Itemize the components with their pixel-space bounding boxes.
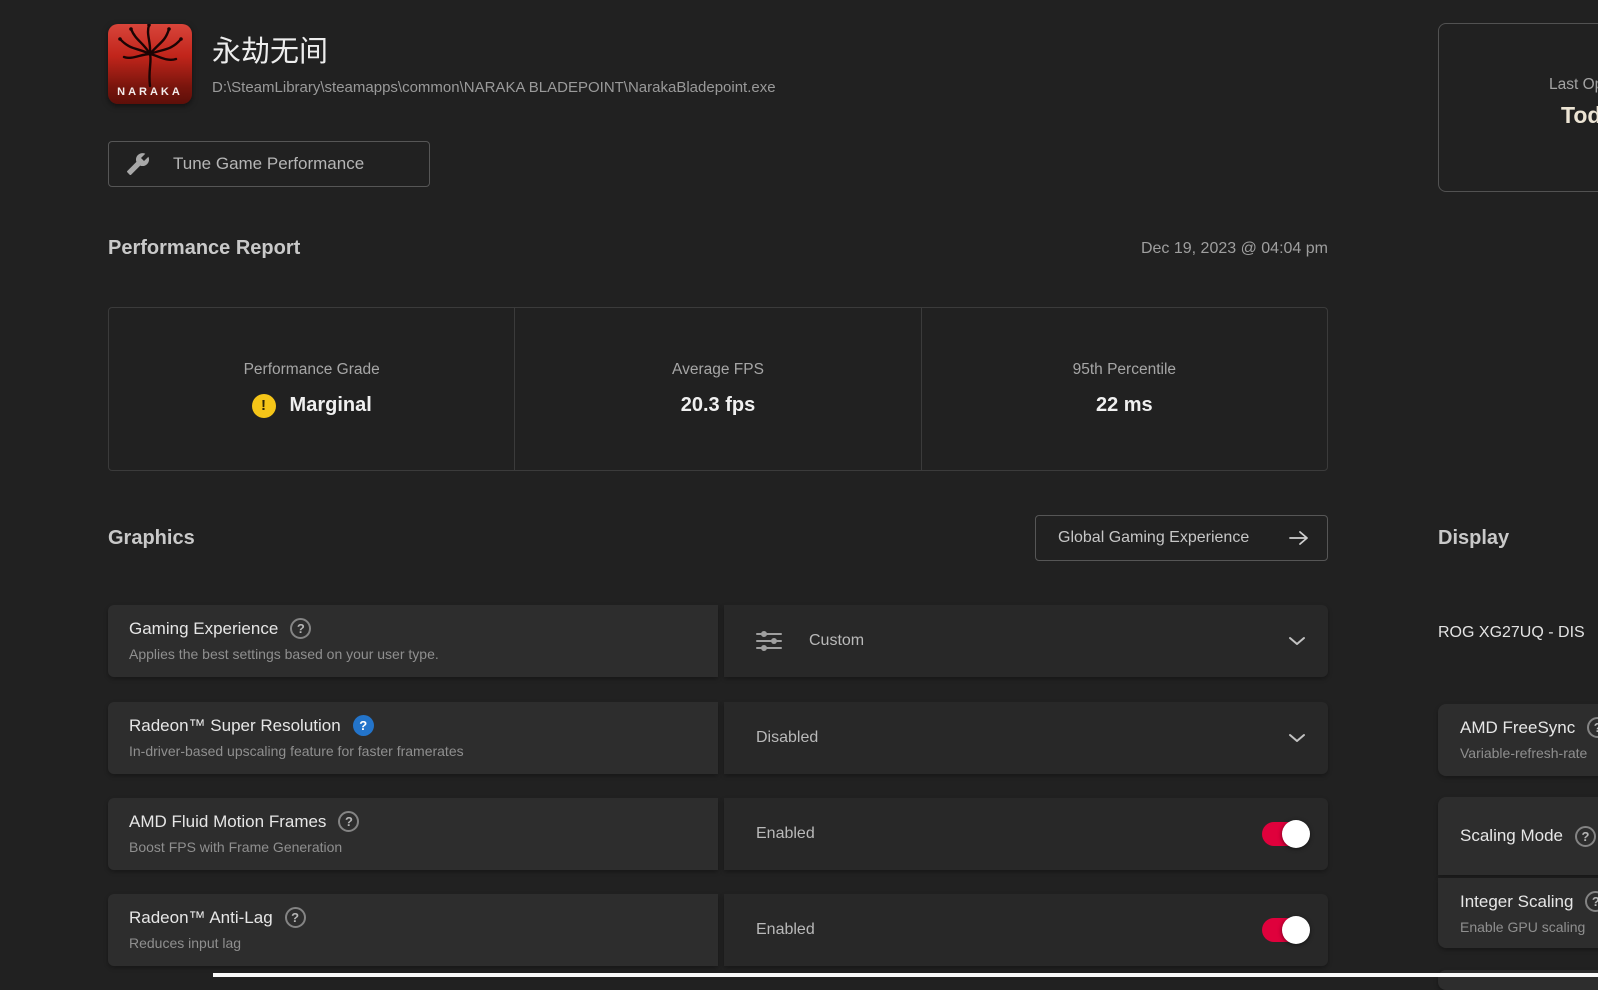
setting-subtitle: In-driver-based upscaling feature for fa… — [129, 743, 718, 759]
setting-title: Radeon™ Super Resolution — [129, 716, 341, 736]
performance-report-heading: Performance Report — [108, 237, 300, 260]
game-title: 永劫无间 — [212, 28, 328, 70]
game-executable-path: D:\SteamLibrary\steamapps\common\NARAKA … — [212, 79, 776, 96]
sliders-icon — [756, 629, 782, 653]
display-heading: Display — [1438, 527, 1509, 550]
help-icon[interactable] — [290, 618, 311, 639]
amd-fluid-motion-frames-label-card: AMD Fluid Motion Frames Boost FPS with F… — [108, 798, 718, 870]
help-icon[interactable] — [285, 907, 306, 928]
metric-value: 22 ms — [1096, 394, 1153, 417]
setting-title: Radeon™ Anti-Lag — [129, 908, 273, 928]
metric-average-fps: Average FPS 20.3 fps — [514, 308, 920, 470]
arrow-right-icon — [1287, 526, 1311, 550]
graphics-heading: Graphics — [108, 527, 195, 550]
background-window-edge — [213, 973, 1598, 977]
radeon-super-resolution-dropdown[interactable]: Disabled — [724, 702, 1328, 774]
metric-label: Performance Grade — [244, 361, 380, 379]
last-opened-card: Last Opened Today — [1438, 23, 1598, 192]
setting-subtitle: Enable GPU scaling — [1460, 919, 1598, 935]
amd-software-game-page: { "header": { "icon_text": "NARAKA", "ti… — [0, 0, 1598, 977]
setting-row-amd-fluid-motion-frames: AMD Fluid Motion Frames Boost FPS with F… — [108, 798, 1328, 870]
chevron-down-icon — [1286, 630, 1308, 652]
metric-performance-grade: Performance Grade Marginal — [109, 308, 514, 470]
help-icon[interactable] — [1575, 826, 1596, 847]
setting-row-gaming-experience: Gaming Experience Applies the best setti… — [108, 605, 1328, 677]
game-cover-art: NARAKA — [108, 24, 192, 104]
setting-subtitle: Applies the best settings based on your … — [129, 646, 718, 662]
last-opened-label: Last Opened — [1549, 76, 1598, 94]
setting-title: AMD Fluid Motion Frames — [129, 812, 326, 832]
setting-subtitle: Variable-refresh-rate — [1460, 745, 1598, 761]
metric-value: Marginal — [290, 394, 372, 417]
radeon-anti-lag-control: Enabled — [724, 894, 1328, 966]
wrench-icon — [126, 152, 150, 176]
amd-fluid-motion-frames-control: Enabled — [724, 798, 1328, 870]
toggle-knob — [1282, 916, 1310, 944]
help-icon[interactable] — [338, 811, 359, 832]
setting-row-integer-scaling[interactable]: Integer Scaling Enable GPU scaling — [1438, 878, 1598, 948]
warning-icon — [252, 394, 276, 418]
setting-subtitle: Reduces input lag — [129, 935, 718, 951]
metric-label: 95th Percentile — [1073, 361, 1176, 379]
setting-title: Integer Scaling — [1460, 892, 1573, 912]
report-timestamp: Dec 19, 2023 @ 04:04 pm — [900, 240, 1328, 258]
gaming-experience-dropdown[interactable]: Custom — [724, 605, 1328, 677]
metric-label: Average FPS — [672, 361, 764, 379]
setting-row-radeon-anti-lag: Radeon™ Anti-Lag Reduces input lag Enabl… — [108, 894, 1328, 966]
metric-value: 20.3 fps — [681, 394, 755, 417]
global-gaming-experience-label: Global Gaming Experience — [1058, 529, 1249, 547]
setting-title: AMD FreeSync — [1460, 718, 1575, 738]
setting-row-amd-freesync[interactable]: AMD FreeSync Variable-refresh-rate — [1438, 704, 1598, 776]
last-opened-value: Today — [1561, 102, 1598, 129]
gaming-experience-label-card: Gaming Experience Applies the best setti… — [108, 605, 718, 677]
tune-game-performance-button[interactable]: Tune Game Performance — [108, 141, 430, 187]
radeon-anti-lag-toggle[interactable] — [1262, 918, 1308, 942]
chevron-down-icon — [1286, 727, 1308, 749]
dropdown-selected-value: Custom — [809, 632, 864, 650]
performance-metrics-panel: Performance Grade Marginal Average FPS 2… — [108, 307, 1328, 471]
setting-row-radeon-super-resolution: Radeon™ Super Resolution In-driver-based… — [108, 702, 1328, 774]
help-icon[interactable] — [1587, 717, 1598, 738]
setting-title: Scaling Mode — [1460, 826, 1563, 846]
setting-row-scaling-mode[interactable]: Scaling Mode — [1438, 797, 1598, 875]
metric-95th-percentile: 95th Percentile 22 ms — [921, 308, 1327, 470]
toggle-state-label: Enabled — [756, 825, 815, 843]
dropdown-selected-value: Disabled — [756, 729, 818, 747]
amd-fluid-motion-frames-toggle[interactable] — [1262, 822, 1308, 846]
setting-subtitle: Boost FPS with Frame Generation — [129, 839, 718, 855]
toggle-knob — [1282, 820, 1310, 848]
toggle-state-label: Enabled — [756, 921, 815, 939]
radeon-anti-lag-label-card: Radeon™ Anti-Lag Reduces input lag — [108, 894, 718, 966]
help-icon[interactable] — [1585, 891, 1598, 912]
setting-title: Gaming Experience — [129, 619, 278, 639]
help-icon-blue[interactable] — [353, 715, 374, 736]
radeon-super-resolution-label-card: Radeon™ Super Resolution In-driver-based… — [108, 702, 718, 774]
tune-button-label: Tune Game Performance — [173, 154, 364, 174]
game-icon-label: NARAKA — [108, 86, 192, 98]
global-gaming-experience-button[interactable]: Global Gaming Experience — [1035, 515, 1328, 561]
monitor-name: ROG XG27UQ - DIS — [1438, 624, 1585, 642]
